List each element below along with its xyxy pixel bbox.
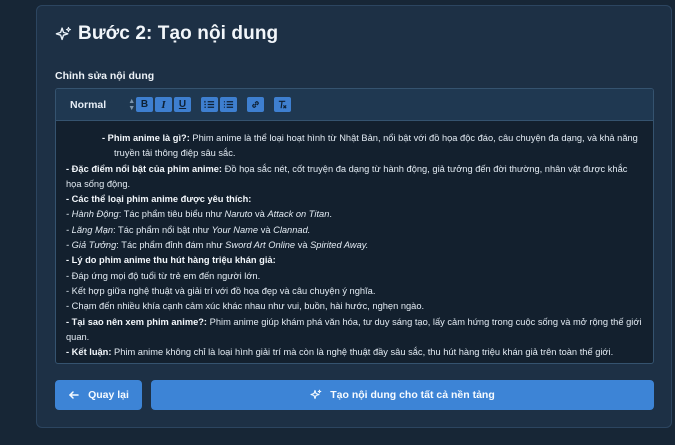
back-button[interactable]: Quay lại	[55, 380, 142, 410]
step-card: Bước 2: Tạo nội dung Chỉnh sửa nội dung …	[36, 5, 672, 428]
clear-format-button[interactable]	[274, 97, 291, 112]
link-icon	[252, 101, 259, 108]
select-arrows-icon: ▲ ▼	[128, 97, 136, 112]
editor-content[interactable]: - Phim anime là gì?: Phim anime là thể l…	[56, 121, 653, 360]
back-button-label: Quay lại	[88, 389, 129, 401]
page-title: Bước 2: Tạo nội dung	[78, 23, 279, 44]
content-line: - Kết hợp giữa nghệ thuật và giải trí vớ…	[66, 285, 376, 296]
sparkle-icon	[55, 26, 72, 40]
content-line: - Các thể loại phim anime được yêu thích…	[66, 194, 252, 205]
bullet-list-icon	[223, 101, 234, 108]
underline-button[interactable]: U	[174, 97, 191, 112]
content-line: - Lãng Mạn: Tác phẩm nổi bật như Your Na…	[66, 224, 311, 235]
content-line: - Đáp ứng mọi độ tuổi từ trẻ em đến ngườ…	[66, 270, 261, 281]
content-line: - Tại sao nên xem phim anime?: Phim anim…	[66, 316, 642, 342]
format-select-value: Normal	[70, 98, 107, 111]
content-line: - Chạm đến nhiều khía cạnh cảm xúc khác …	[66, 301, 425, 312]
editor-toolbar: Normal ▲ ▼ B I U	[56, 89, 653, 121]
content-line: - Hành Động: Tác phẩm tiêu biểu như Naru…	[66, 209, 332, 220]
sparkle-icon	[310, 389, 322, 400]
clear-format-icon	[278, 100, 287, 109]
step-header: Bước 2: Tạo nội dung	[55, 23, 278, 45]
italic-button[interactable]: I	[155, 97, 172, 112]
editor-label: Chỉnh sửa nội dung	[55, 70, 155, 82]
content-line: - Kết luận: Phim anime không chỉ là loại…	[66, 347, 614, 358]
link-button[interactable]	[247, 97, 264, 112]
ordered-list-button[interactable]	[201, 97, 218, 112]
rich-text-editor[interactable]: Normal ▲ ▼ B I U - Phim anime là gì?: Ph…	[55, 88, 654, 364]
content-line: - Đặc điểm nổi bật của phim anime: Đồ họ…	[66, 163, 628, 189]
bold-button[interactable]: B	[136, 97, 153, 112]
generate-all-button-label: Tạo nội dung cho tất cả nền tảng	[330, 389, 495, 401]
ordered-list-icon	[204, 100, 215, 108]
format-select[interactable]: Normal ▲ ▼	[70, 98, 136, 112]
content-line: - Phim anime là gì?: Phim anime là thể l…	[102, 133, 638, 159]
arrow-left-icon	[69, 391, 79, 399]
generate-all-button[interactable]: Tạo nội dung cho tất cả nền tảng	[151, 380, 654, 410]
content-line: - Lý do phim anime thu hút hàng triệu kh…	[66, 255, 276, 266]
bullet-list-button[interactable]	[220, 97, 237, 112]
content-line: - Giả Tưởng: Tác phẩm đỉnh đám như Sword…	[66, 240, 369, 251]
